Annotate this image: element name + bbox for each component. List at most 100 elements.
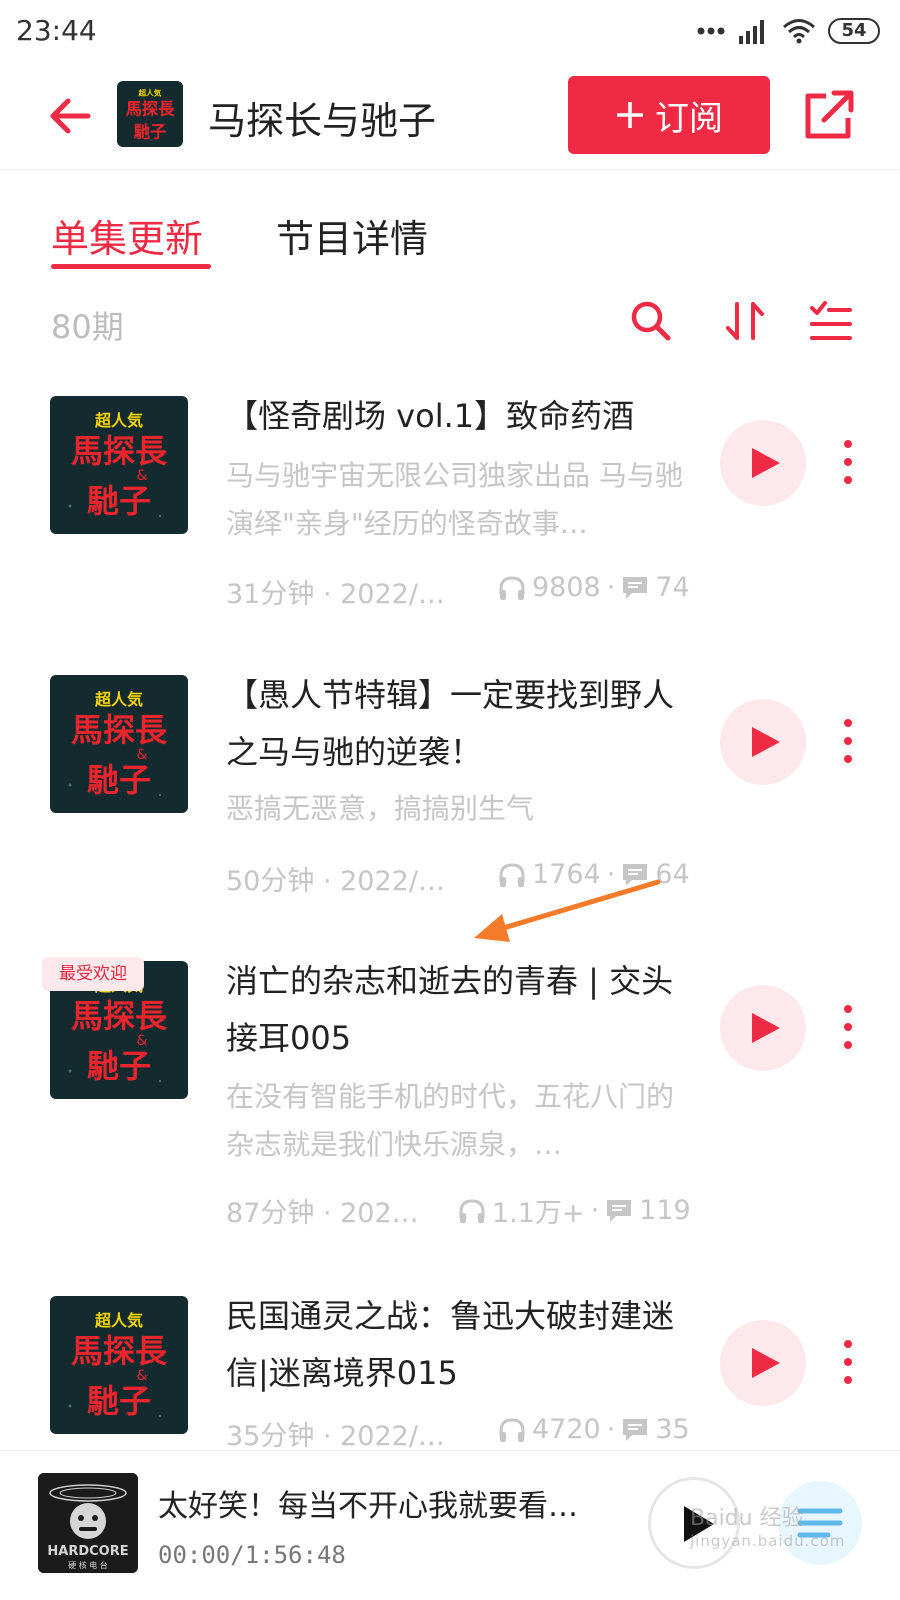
play-button[interactable]: [720, 985, 806, 1071]
more-options-button[interactable]: [836, 1332, 860, 1392]
play-button[interactable]: [720, 420, 806, 506]
play-icon: [752, 1348, 780, 1378]
tab-episodes[interactable]: 单集更新: [51, 208, 203, 263]
cover-top-text: 超人気: [138, 87, 162, 97]
headphones-icon: [459, 1198, 485, 1223]
status-bar: 23:44 54: [0, 0, 900, 62]
tab-active-indicator: [51, 264, 211, 269]
cover-line2: 馳子: [87, 1047, 151, 1085]
comment-icon: [623, 1418, 648, 1441]
cover-line2: 馳子: [134, 122, 167, 141]
cover-art: 超人気 馬探長 & 馳子: [50, 1296, 188, 1434]
episode-duration-date: 87分钟 · 2022...: [226, 1198, 426, 1229]
cover-line1: 馬探長: [71, 711, 168, 749]
page-title: 马探长与驰子: [208, 99, 437, 143]
batch-select-button[interactable]: [808, 298, 854, 344]
player-title: 太好笑！每当不开心我就要看…: [158, 1489, 578, 1524]
header: 超人気 馬探長 馳子 马探长与驰子 订阅: [0, 62, 900, 170]
cover-line1: 馬探長: [71, 432, 168, 470]
more-options-button[interactable]: [836, 997, 860, 1057]
share-icon: [805, 90, 854, 139]
episode-title: 【愚人节特辑】一定要找到野人之马与驰的逆袭！: [226, 676, 675, 771]
episode-title: 【怪奇剧场 vol.1】致命药酒: [226, 397, 635, 435]
status-time: 23:44: [16, 14, 97, 47]
meta-separator: ·: [606, 1414, 616, 1445]
subscribe-button[interactable]: 订阅: [568, 76, 770, 154]
episode-cover: 超人気 馬探長 & 馳子: [50, 396, 188, 534]
episode-item[interactable]: 超人気 馬探長 & 馳子 民国通灵之战：鲁迅大破封建迷信|迷离境界015 35分…: [0, 1296, 900, 1450]
more-options-button[interactable]: [836, 711, 860, 771]
episode-meta: 35分钟 · 2022/0... 4720 · 35: [226, 1414, 696, 1450]
episode-cover: 超人気 馬探長 & 馳子: [50, 675, 188, 813]
back-button[interactable]: [44, 90, 96, 142]
subscribe-label: 订阅: [655, 98, 723, 139]
comment-icon: [623, 576, 648, 599]
comment-icon: [607, 1199, 632, 1222]
cover-top-text: 超人気: [94, 690, 143, 709]
episode-item[interactable]: 超人気 馬探長 & 馳子 【愚人节特辑】一定要找到野人之马与驰的逆袭！ 恶搞无恶…: [0, 675, 900, 905]
meta-separator: ·: [590, 1195, 600, 1226]
episode-comments: 119: [639, 1195, 691, 1226]
play-button[interactable]: [720, 699, 806, 785]
sort-icon: [726, 302, 764, 340]
player-cover-subtext: 硬 核 电 台: [68, 1560, 108, 1570]
episode-meta: 87分钟 · 2022... 1.1万+ · 119: [226, 1191, 696, 1231]
headphones-icon: [499, 575, 525, 600]
episode-cover: 超人気 馬探長 & 馳子: [50, 1296, 188, 1434]
tab-details[interactable]: 节目详情: [276, 208, 428, 263]
more-options-button[interactable]: [836, 432, 860, 492]
search-button[interactable]: [628, 298, 674, 344]
cover-line1: 馬探長: [126, 99, 175, 118]
episode-item[interactable]: 超人気 馬探長 & 馳子 最受欢迎 消亡的杂志和逝去的青春 | 交头接耳005 …: [0, 957, 900, 1229]
more-vertical-icon: [844, 440, 852, 484]
play-icon: [752, 448, 780, 478]
cover-art: 超人気 馬探長 & 馳子: [50, 396, 188, 534]
cover-art: 超人気 馬探長 馳子: [117, 81, 183, 147]
tab-bar: 单集更新 节目详情: [0, 190, 900, 280]
wifi-icon: [783, 19, 815, 44]
player-cover: HARDCORE 硬 核 电 台: [38, 1473, 138, 1573]
battery-indicator: 54: [828, 18, 880, 44]
episode-description: 马与驰宇宙无限公司独家出品 马与驰演绎"亲身"经历的怪奇故事…: [226, 459, 683, 540]
hardcore-cover-art: HARDCORE 硬 核 电 台: [38, 1473, 138, 1573]
episode-title: 消亡的杂志和逝去的青春 | 交头接耳005: [226, 962, 674, 1057]
headphones-icon: [499, 1417, 525, 1442]
play-button[interactable]: [720, 1320, 806, 1406]
cover-line2: 馳子: [87, 1382, 151, 1420]
episode-item[interactable]: 超人気 馬探長 & 馳子 【怪奇剧场 vol.1】致命药酒 马与驰宇宙无限公司独…: [0, 396, 900, 626]
cover-art: 超人気 馬探長 & 馳子: [50, 675, 188, 813]
episode-comments: 74: [655, 572, 690, 603]
episode-duration-date: 50分钟 · 2022/0...: [226, 866, 456, 897]
sort-button[interactable]: [722, 298, 768, 344]
arrow-left-icon: [50, 98, 91, 134]
player-time: 00:00/1:56:48: [158, 1541, 346, 1569]
cover-line1: 馬探長: [71, 997, 168, 1035]
episode-description: 在没有智能手机的时代，五花八门的杂志就是我们快乐源泉，…: [226, 1080, 675, 1161]
more-vertical-icon: [844, 1005, 852, 1049]
episode-duration-date: 31分钟 · 2022/0...: [226, 579, 456, 610]
episode-title: 民国通灵之战：鲁迅大破封建迷信|迷离境界015: [226, 1297, 675, 1392]
status-icons: 54: [696, 14, 880, 48]
watermark-sub: jingyan.baidu.com: [690, 1532, 846, 1550]
episode-meta: 31分钟 · 2022/0... 9808 · 74: [226, 572, 696, 612]
episode-plays: 4720: [532, 1414, 601, 1445]
popular-badge: 最受欢迎: [42, 957, 144, 991]
episode-description: 恶搞无恶意，搞搞别生气: [226, 792, 535, 825]
episode-plays: 9808: [532, 572, 601, 603]
search-icon: [631, 301, 671, 341]
share-button[interactable]: [800, 86, 858, 144]
plus-icon: [617, 102, 643, 128]
annotation-arrow: [474, 879, 661, 942]
more-vertical-icon: [844, 719, 852, 763]
list-toolbar: 80期: [0, 290, 900, 356]
cover-top-text: 超人気: [94, 411, 143, 430]
cover-line2: 馳子: [87, 482, 151, 520]
player-cover-text: HARDCORE: [47, 1544, 128, 1559]
cover-top-text: 超人気: [94, 1311, 143, 1330]
meta-separator: ·: [606, 572, 616, 603]
more-dots-icon: [697, 27, 725, 35]
watermark: Baidu 经验 jingyan.baidu.com: [690, 1500, 845, 1550]
more-vertical-icon: [844, 1340, 852, 1384]
episode-count: 80期: [51, 308, 124, 346]
play-icon: [752, 1013, 780, 1043]
